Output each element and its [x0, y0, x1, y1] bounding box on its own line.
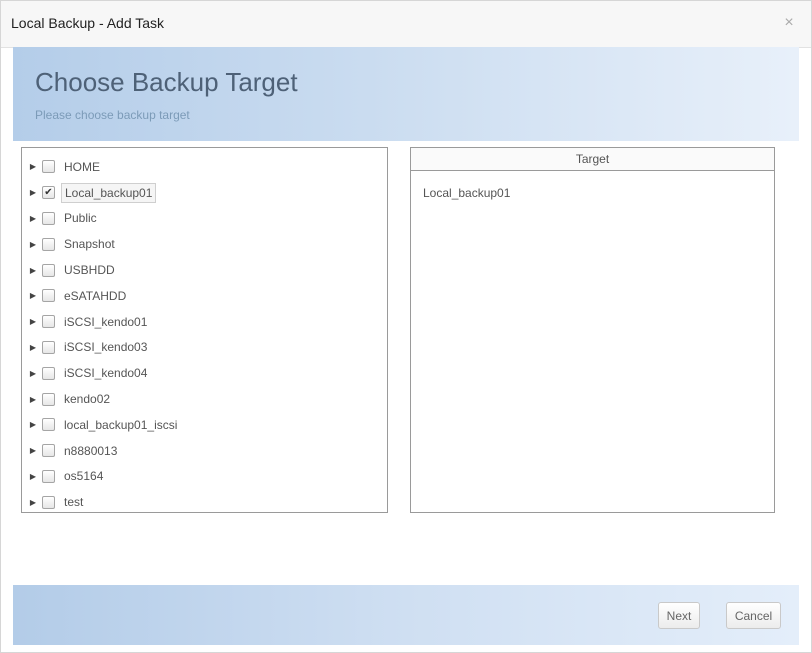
tree-item-checkbox[interactable]	[42, 495, 55, 509]
cancel-button[interactable]: Cancel	[726, 602, 781, 629]
target-item[interactable]: Local_backup01	[423, 186, 510, 200]
tree-item-checkbox[interactable]	[42, 418, 55, 432]
expand-arrow-icon[interactable]: ▶	[28, 162, 38, 171]
tree-item-label[interactable]: eSATAHDD	[61, 286, 129, 306]
tree-item-label[interactable]: iSCSI_kendo01	[61, 312, 150, 332]
expand-arrow-icon[interactable]: ▶	[28, 472, 38, 481]
tree-item-checkbox[interactable]	[42, 289, 55, 303]
add-task-dialog: Local Backup - Add Task × Choose Backup …	[0, 0, 812, 653]
tree-item: ▶ Public	[28, 206, 180, 232]
next-button[interactable]: Next	[658, 602, 700, 629]
tree-item-label[interactable]: kendo02	[61, 389, 113, 409]
tree-item-label[interactable]: n8880013	[61, 441, 120, 461]
tree-item-checkbox[interactable]	[42, 315, 55, 329]
tree-item-checkbox[interactable]	[42, 392, 55, 406]
tree-item: ▶ USBHDD	[28, 257, 180, 283]
tree-item-checkbox[interactable]	[42, 211, 55, 225]
target-column-header: Target	[411, 148, 774, 171]
expand-arrow-icon[interactable]: ▶	[28, 446, 38, 455]
tree-item: ▶ ✔ Local_backup01	[28, 180, 180, 206]
header-banner: Choose Backup Target Please choose backu…	[13, 47, 799, 141]
tree-item-label[interactable]: HOME	[61, 157, 103, 177]
folder-tree: ▶ HOME ▶ ✔ Local_backup01 ▶ Public ▶ Sna…	[28, 154, 180, 512]
tree-item-checkbox[interactable]	[42, 237, 55, 251]
close-icon[interactable]: ×	[779, 13, 799, 33]
tree-item: ▶ HOME	[28, 154, 180, 180]
tree-item: ▶ local_backup01_iscsi	[28, 412, 180, 438]
expand-arrow-icon[interactable]: ▶	[28, 343, 38, 352]
tree-item: ▶ iSCSI_kendo03	[28, 335, 180, 361]
expand-arrow-icon[interactable]: ▶	[28, 214, 38, 223]
tree-item-checkbox[interactable]	[42, 160, 55, 174]
checkmark-icon: ✔	[44, 186, 53, 198]
tree-item: ▶ eSATAHDD	[28, 283, 180, 309]
tree-item: ▶ test	[28, 489, 180, 512]
tree-item-label[interactable]: local_backup01_iscsi	[61, 415, 180, 435]
tree-item-label[interactable]: iSCSI_kendo04	[61, 363, 150, 383]
page-title: Choose Backup Target	[35, 67, 298, 97]
tree-item: ▶ Snapshot	[28, 231, 180, 257]
expand-arrow-icon[interactable]: ▶	[28, 317, 38, 326]
expand-arrow-icon[interactable]: ▶	[28, 266, 38, 275]
expand-arrow-icon[interactable]: ▶	[28, 240, 38, 249]
expand-arrow-icon[interactable]: ▶	[28, 188, 38, 197]
expand-arrow-icon[interactable]: ▶	[28, 420, 38, 429]
tree-item: ▶ os5164	[28, 464, 180, 490]
folder-tree-panel: ▶ HOME ▶ ✔ Local_backup01 ▶ Public ▶ Sna…	[21, 147, 388, 513]
tree-item-label[interactable]: Local_backup01	[61, 182, 157, 203]
expand-arrow-icon[interactable]: ▶	[28, 369, 38, 378]
tree-item: ▶ kendo02	[28, 386, 180, 412]
tree-item-checkbox[interactable]	[42, 366, 55, 380]
tree-item: ▶ n8880013	[28, 438, 180, 464]
window-title: Local Backup - Add Task	[11, 15, 165, 31]
tree-item-checkbox[interactable]	[42, 444, 55, 458]
title-bar[interactable]: Local Backup - Add Task ×	[1, 1, 811, 48]
tree-item-checkbox[interactable]	[42, 469, 55, 483]
tree-item: ▶ iSCSI_kendo01	[28, 309, 180, 335]
tree-item-label[interactable]: Public	[61, 208, 100, 228]
expand-arrow-icon[interactable]: ▶	[28, 291, 38, 300]
expand-arrow-icon[interactable]: ▶	[28, 395, 38, 404]
expand-arrow-icon[interactable]: ▶	[28, 498, 38, 507]
tree-item-label[interactable]: test	[61, 492, 86, 512]
footer-bar: Next Cancel	[13, 585, 799, 645]
tree-item-label[interactable]: os5164	[61, 466, 106, 486]
tree-item-checkbox[interactable]	[42, 340, 55, 354]
tree-item-label[interactable]: USBHDD	[61, 260, 118, 280]
page-subtitle: Please choose backup target	[35, 108, 190, 122]
tree-item: ▶ iSCSI_kendo04	[28, 360, 180, 386]
tree-item-checkbox[interactable]	[42, 263, 55, 277]
tree-item-checkbox[interactable]: ✔	[42, 186, 55, 200]
tree-item-label[interactable]: Snapshot	[61, 234, 118, 254]
target-panel: Target Local_backup01	[410, 147, 775, 513]
tree-item-label[interactable]: iSCSI_kendo03	[61, 337, 150, 357]
